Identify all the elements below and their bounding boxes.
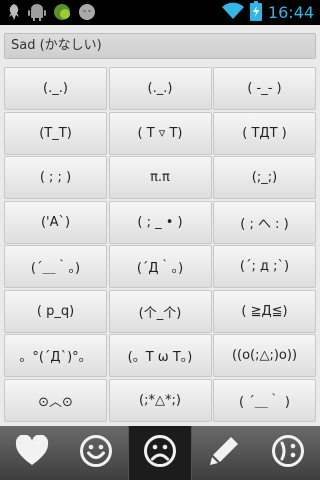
emoji-notification-icon: [78, 3, 96, 25]
emoticon-button[interactable]: (._.): [108, 67, 212, 110]
emoticon-button[interactable]: ( T ▿ T): [108, 111, 212, 155]
emoticon-button[interactable]: ( ; _ • ): [108, 200, 212, 244]
tab-happy[interactable]: [64, 426, 128, 480]
android-icon: [28, 2, 46, 26]
emoticon-button[interactable]: (T_T): [4, 111, 107, 155]
smile-icon: [79, 434, 113, 472]
pencil-icon: [207, 434, 241, 472]
clock: 16:44: [267, 3, 314, 22]
emoticon-button[interactable]: ((o(;△;)o)): [213, 334, 316, 377]
category-tab-bar: [0, 426, 320, 480]
emoticon-button[interactable]: ⊙︿⊙: [4, 378, 107, 422]
emoticon-button[interactable]: (;*△*;): [108, 378, 212, 422]
wink-icon: [271, 434, 305, 472]
tab-edit[interactable]: [192, 426, 256, 480]
emoticon-button[interactable]: ( ´＿｀ ): [213, 378, 316, 422]
heart-icon: [15, 434, 49, 471]
emoticon-button[interactable]: π.π: [108, 156, 212, 199]
status-bar: 16:44: [0, 0, 320, 25]
emoticon-button[interactable]: 。°(´Д`)°。: [4, 334, 107, 377]
emoticon-button[interactable]: (个_个): [108, 289, 212, 333]
emoticon-button[interactable]: (;_;): [213, 156, 316, 199]
notification-icons: [6, 2, 96, 26]
emoticon-button[interactable]: ( ≧Д≦): [213, 289, 316, 333]
tab-sad[interactable]: [128, 426, 192, 480]
emoticon-button[interactable]: ( p_q): [4, 289, 107, 333]
emoticon-grid: (._.) (._.) ( -_- ) (T_T) ( T ▿ T) ( TДT…: [4, 67, 316, 422]
emoticon-button[interactable]: ( TДT ): [213, 111, 316, 155]
app-notification-icon: [52, 2, 72, 26]
emoticon-panel: Sad (かなしい) (._.) (._.) ( -_- ) (T_T) ( T…: [0, 25, 320, 426]
emoticon-button[interactable]: ( ; ; ): [4, 156, 107, 199]
emoticon-button[interactable]: ( ; へ : ): [213, 200, 316, 244]
emoticon-button[interactable]: (。T ω T。): [108, 334, 212, 377]
emoticon-button[interactable]: (´＿｀。): [4, 245, 107, 288]
wifi-icon: [221, 2, 244, 24]
battery-charging-icon: [249, 0, 262, 25]
frown-icon: [143, 434, 177, 472]
usb-debug-icon: [6, 2, 22, 26]
emoticon-button[interactable]: ( -_- ): [213, 67, 316, 110]
category-header: Sad (かなしい): [4, 33, 316, 59]
emoticon-button[interactable]: (´Д｀。): [108, 245, 212, 288]
emoticon-button[interactable]: ('A`): [4, 200, 107, 244]
tab-wink[interactable]: [256, 426, 320, 480]
emoticon-button[interactable]: (´; д ;`): [213, 245, 316, 288]
emoticon-button[interactable]: (._.): [4, 67, 107, 110]
system-icons: 16:44: [221, 0, 314, 25]
tab-favorites[interactable]: [0, 426, 64, 480]
